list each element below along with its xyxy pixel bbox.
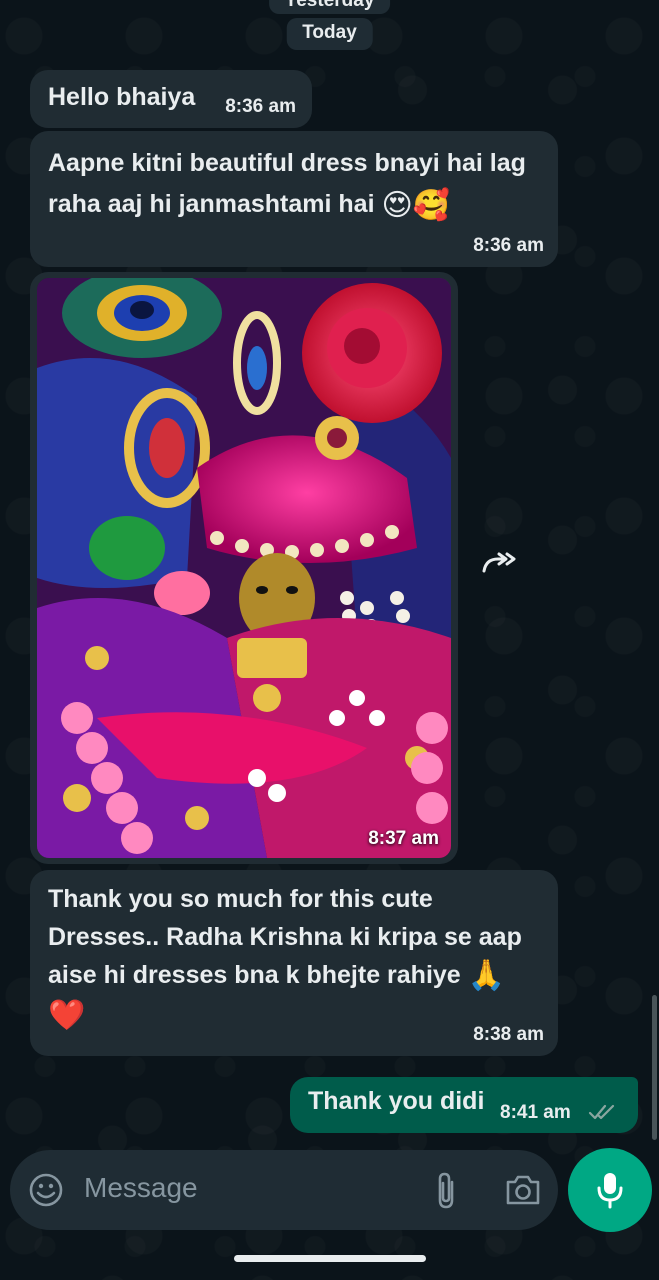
- mic-button[interactable]: [568, 1148, 652, 1232]
- gesture-nav-bar[interactable]: [234, 1255, 426, 1262]
- message-time: 8:36 am: [225, 96, 296, 117]
- scrollbar[interactable]: [652, 995, 657, 1140]
- message-bubble-incoming[interactable]: Thank you so much for this cute Dresses.…: [30, 870, 558, 1056]
- message-bubble-incoming[interactable]: Hello bhaiya 8:36 am: [30, 70, 312, 128]
- date-chip-yesterday: Yesterday: [268, 0, 391, 14]
- message-time: 8:37 am: [368, 828, 439, 849]
- camera-icon[interactable]: [504, 1172, 542, 1208]
- emoji-icon[interactable]: [28, 1172, 64, 1208]
- message-time: 8:41 am: [500, 1102, 571, 1123]
- message-text: Hello bhaiya: [48, 83, 196, 111]
- message-text: Thank you so much for this cute Dresses.…: [48, 885, 522, 989]
- message-text: Thank you didi: [308, 1087, 485, 1115]
- message-bubble-incoming[interactable]: Aapne kitni beautiful dress bnayi hai la…: [30, 131, 558, 267]
- message-emoji-heart: ❤️: [48, 998, 86, 1032]
- date-chip-today: Today: [286, 18, 373, 50]
- forward-button[interactable]: [477, 540, 523, 586]
- message-emojis: 🙏: [467, 959, 506, 993]
- message-bubble-outgoing[interactable]: Thank you didi 8:41 am: [290, 1077, 638, 1133]
- image-message-bubble[interactable]: 8:37 am: [30, 272, 458, 864]
- message-time: 8:36 am: [473, 235, 544, 256]
- shared-photo[interactable]: 8:37 am: [37, 278, 451, 858]
- message-time: 8:38 am: [473, 1024, 544, 1045]
- paperclip-icon[interactable]: [430, 1170, 462, 1210]
- message-text: Aapne kitni beautiful dress bnayi hai la…: [48, 149, 526, 218]
- forward-icon: [482, 552, 516, 573]
- message-composer[interactable]: Message: [10, 1150, 558, 1230]
- message-text-wrap: Thank you so much for this cute Dresses.…: [48, 880, 548, 1035]
- double-check-icon: [588, 1104, 615, 1120]
- photo-illustration: [37, 278, 451, 858]
- message-emojis: 😍🥰: [381, 188, 451, 222]
- message-input[interactable]: Message: [84, 1172, 198, 1204]
- message-text-wrap: Aapne kitni beautiful dress bnayi hai la…: [48, 143, 548, 226]
- mic-icon: [597, 1173, 623, 1209]
